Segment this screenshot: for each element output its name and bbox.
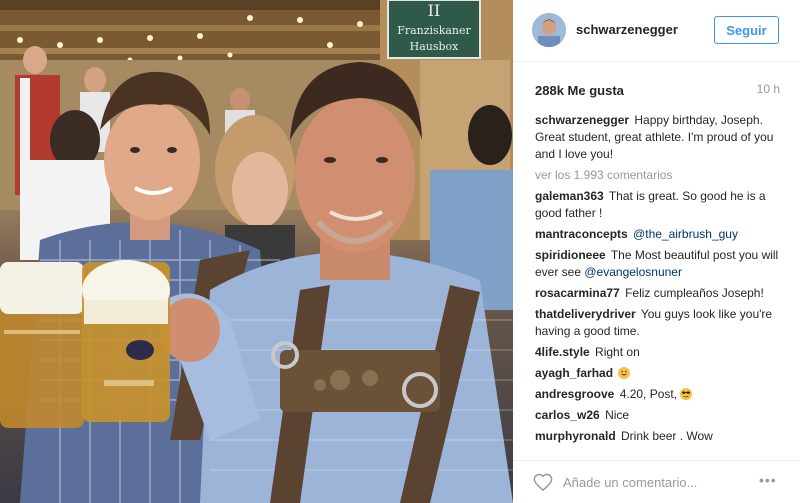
franziskaner-sign: II Franziskaner Hausbox <box>387 0 481 59</box>
comment-item: spiridioneee The Most beautiful post you… <box>535 247 785 281</box>
comment-item: carlos_w26 Nice <box>535 407 785 424</box>
sign-line-1: Franziskaner <box>397 24 471 37</box>
comment-username[interactable]: galeman363 <box>535 189 604 203</box>
header-username[interactable]: schwarzenegger <box>576 22 678 37</box>
comment-text: 4.20, Post, <box>619 387 678 401</box>
comments-list: schwarzenegger Happy birthday, Joseph. G… <box>535 112 785 449</box>
grinning-face-icon <box>618 367 631 379</box>
comment-username[interactable]: murphyronald <box>535 429 616 443</box>
comment-username[interactable]: thatdeliverydriver <box>535 307 636 321</box>
post-photo-illustration: II Franziskaner Hausbox <box>0 0 513 503</box>
comment-input[interactable] <box>563 473 748 491</box>
view-all-comments-link[interactable]: ver los 1.993 comentarios <box>535 167 785 184</box>
comment-item: mantraconcepts @the_airbrush_guy <box>535 226 785 243</box>
post-timestamp[interactable]: 10 h <box>757 82 780 96</box>
avatar-image <box>532 13 566 47</box>
comment-text: Drink beer . Wow <box>621 429 713 443</box>
comment-item: murphyronald Drink beer . Wow <box>535 428 785 445</box>
comment-text: Right on <box>595 345 640 359</box>
likes-count[interactable]: 288k Me gusta <box>535 83 624 98</box>
post-header: schwarzenegger Seguir <box>513 0 800 62</box>
comment-text: Feliz cumpleaños Joseph! <box>625 286 764 300</box>
comment-item: thatdeliverydriver You guys look like yo… <box>535 306 785 340</box>
comment-mention[interactable]: @the_airbrush_guy <box>633 227 738 241</box>
comment-text: Nice <box>605 408 630 422</box>
follow-button[interactable]: Seguir <box>714 16 779 44</box>
comment-username[interactable]: mantraconcepts <box>535 227 628 241</box>
comment-item: 4life.style Right on <box>535 344 785 361</box>
instagram-post: II Franziskaner Hausbox schwarzenegger S… <box>0 0 800 503</box>
heart-icon[interactable] <box>533 473 553 491</box>
beer-mug-left <box>0 262 84 428</box>
comment-username[interactable]: carlos_w26 <box>535 408 600 422</box>
comment-username[interactable]: spiridioneee <box>535 248 606 262</box>
comment-username[interactable]: ayagh_farhad <box>535 366 613 380</box>
more-options-icon[interactable]: ••• <box>759 472 777 488</box>
caption: schwarzenegger Happy birthday, Joseph. G… <box>535 112 785 163</box>
comment-item: galeman363 That is great. So good he is … <box>535 188 785 222</box>
caption-username[interactable]: schwarzenegger <box>535 113 629 127</box>
post-stats: 288k Me gusta 10 h <box>535 82 780 100</box>
comment-username[interactable]: 4life.style <box>535 345 590 359</box>
comment-footer: ••• <box>513 460 800 503</box>
comment-item: andresgroove 4.20, Post, <box>535 386 785 403</box>
comment-username[interactable]: rosacarmina77 <box>535 286 620 300</box>
comment-mention[interactable]: @evangelosnuner <box>584 265 682 279</box>
comment-item: rosacarmina77 Feliz cumpleaños Joseph! <box>535 285 785 302</box>
sign-line-2: Hausbox <box>410 40 460 53</box>
avatar[interactable] <box>532 13 566 47</box>
comment-username[interactable]: andresgroove <box>535 387 614 401</box>
comment-item: ayagh_farhad <box>535 365 785 382</box>
beer-mug-right <box>82 260 170 422</box>
post-side-panel: schwarzenegger Seguir 288k Me gusta 10 h… <box>513 0 800 503</box>
sunglasses-face-icon <box>680 388 693 400</box>
svg-text:II: II <box>428 1 441 20</box>
post-photo[interactable]: II Franziskaner Hausbox <box>0 0 513 503</box>
